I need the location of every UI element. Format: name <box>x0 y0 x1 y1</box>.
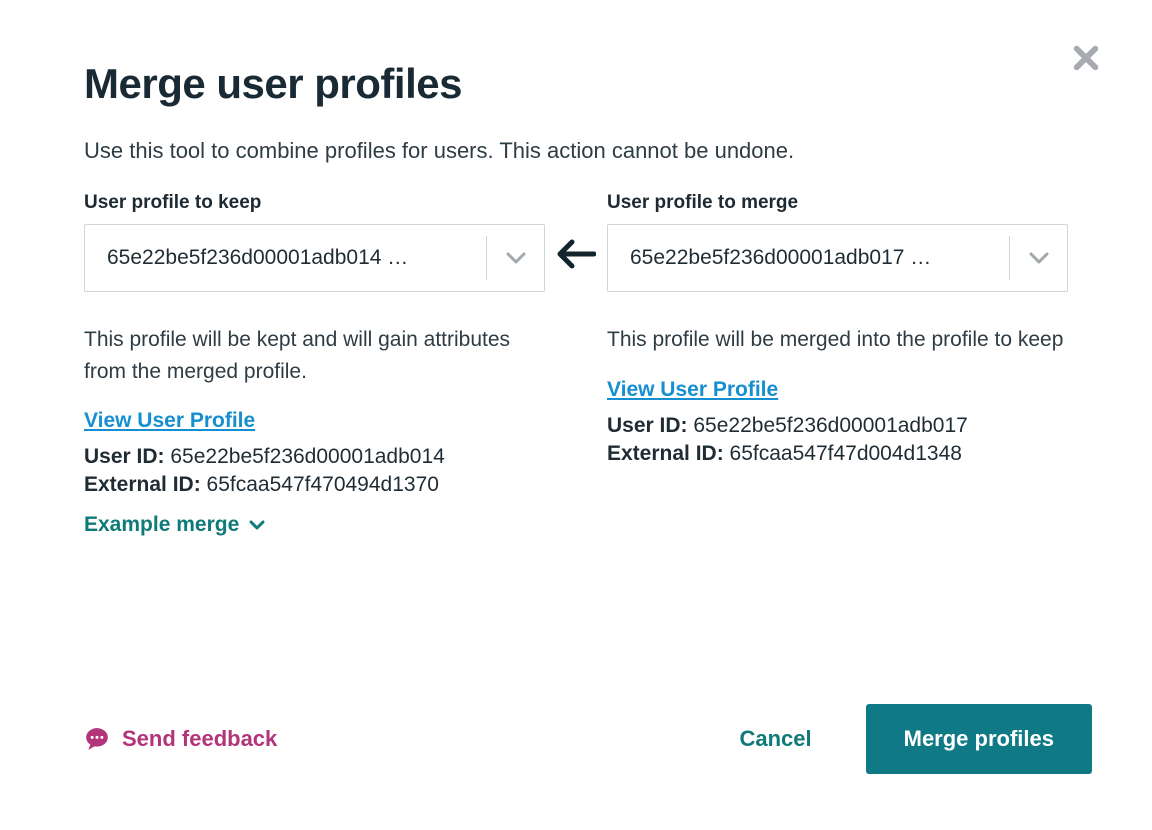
user-id-label: User ID: <box>84 445 165 468</box>
keep-user-id-value: 65e22be5f236d00001adb014 <box>170 445 444 468</box>
profile-columns: User profile to keep 65e22be5f236d00001a… <box>84 192 1068 537</box>
chevron-down-icon <box>249 519 265 531</box>
user-id-label: User ID: <box>607 414 688 437</box>
dialog-subtitle: Use this tool to combine profiles for us… <box>84 138 1068 164</box>
merge-direction-arrow <box>545 192 607 271</box>
merge-profile-select[interactable]: 65e22be5f236d00001adb017 … <box>607 224 1068 292</box>
keep-label: User profile to keep <box>84 192 545 214</box>
example-merge-toggle[interactable]: Example merge <box>84 513 265 537</box>
keep-external-id-value: 65fcaa547f470494d1370 <box>207 473 439 496</box>
send-feedback-link[interactable]: Send feedback <box>84 726 277 752</box>
chevron-down-icon <box>506 251 526 265</box>
keep-select-value: 65e22be5f236d00001adb014 … <box>85 246 486 270</box>
external-id-label: External ID: <box>84 473 201 496</box>
keep-select-caret[interactable] <box>486 236 544 280</box>
chevron-down-icon <box>1029 251 1049 265</box>
merge-select-value: 65e22be5f236d00001adb017 … <box>608 246 1009 270</box>
dialog-footer: Send feedback Cancel Merge profiles <box>84 704 1092 774</box>
merge-column: User profile to merge 65e22be5f236d00001… <box>607 192 1068 466</box>
close-icon <box>1072 44 1100 72</box>
merge-label: User profile to merge <box>607 192 1068 214</box>
close-button[interactable] <box>1072 44 1104 76</box>
keep-column: User profile to keep 65e22be5f236d00001a… <box>84 192 545 537</box>
dialog-title: Merge user profiles <box>84 60 1068 108</box>
keep-view-profile-link[interactable]: View User Profile <box>84 409 255 433</box>
external-id-label: External ID: <box>607 442 724 465</box>
chat-bubble-icon <box>84 726 110 752</box>
arrow-left-icon <box>556 237 596 271</box>
merge-profiles-dialog: Merge user profiles Use this tool to com… <box>0 0 1152 830</box>
keep-description: This profile will be kept and will gain … <box>84 324 545 387</box>
merge-select-caret[interactable] <box>1009 236 1067 280</box>
merge-view-profile-link[interactable]: View User Profile <box>607 378 778 402</box>
footer-actions: Cancel Merge profiles <box>739 704 1092 774</box>
example-merge-label: Example merge <box>84 513 239 537</box>
send-feedback-label: Send feedback <box>122 726 277 752</box>
merge-external-id-row: External ID: 65fcaa547f47d004d1348 <box>607 442 1068 466</box>
merge-profiles-button[interactable]: Merge profiles <box>866 704 1092 774</box>
keep-profile-select[interactable]: 65e22be5f236d00001adb014 … <box>84 224 545 292</box>
merge-external-id-value: 65fcaa547f47d004d1348 <box>730 442 962 465</box>
merge-user-id-row: User ID: 65e22be5f236d00001adb017 <box>607 414 1068 438</box>
merge-description: This profile will be merged into the pro… <box>607 324 1068 356</box>
cancel-button[interactable]: Cancel <box>739 726 811 752</box>
keep-external-id-row: External ID: 65fcaa547f470494d1370 <box>84 473 545 497</box>
merge-user-id-value: 65e22be5f236d00001adb017 <box>693 414 967 437</box>
keep-user-id-row: User ID: 65e22be5f236d00001adb014 <box>84 445 545 469</box>
